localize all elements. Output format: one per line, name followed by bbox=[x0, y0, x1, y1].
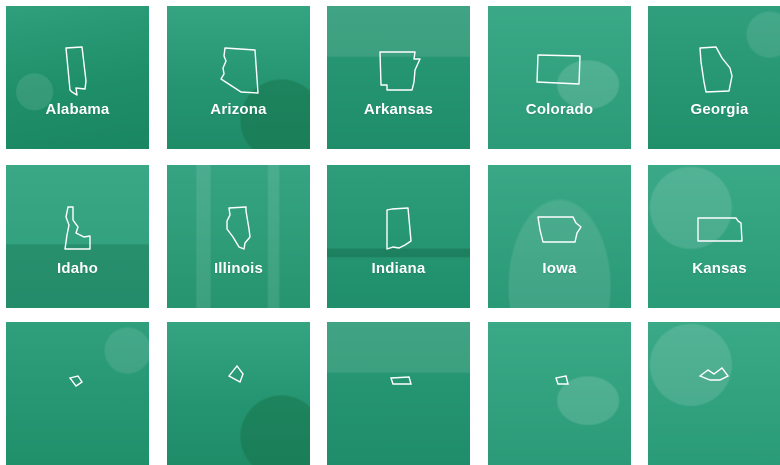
state-tile-georgia[interactable]: Georgia bbox=[648, 6, 780, 149]
state-label: Illinois bbox=[213, 260, 264, 277]
state-label: Iowa bbox=[542, 260, 577, 277]
idaho-outline-icon bbox=[64, 206, 91, 250]
arkansas-outline-icon bbox=[379, 51, 421, 91]
state-tile-indiana[interactable]: Indiana bbox=[327, 165, 470, 308]
state-outline-icon bbox=[68, 375, 83, 387]
state-outline-icon bbox=[555, 375, 569, 385]
state-label: Colorado bbox=[525, 101, 594, 118]
state-grid: Alabama Arizona Arkansas Colorado Georgi… bbox=[0, 0, 780, 465]
state-tile-partial[interactable] bbox=[648, 322, 780, 465]
colorado-outline-icon bbox=[536, 54, 581, 85]
state-tile-idaho[interactable]: Idaho bbox=[6, 165, 149, 308]
state-outline-icon bbox=[390, 376, 412, 385]
state-outline-icon bbox=[698, 367, 730, 381]
arizona-outline-icon bbox=[220, 47, 259, 94]
state-tile-illinois[interactable]: Illinois bbox=[167, 165, 310, 308]
state-label: Alabama bbox=[45, 101, 110, 118]
state-tile-arkansas[interactable]: Arkansas bbox=[327, 6, 470, 149]
kansas-outline-icon bbox=[697, 217, 743, 242]
state-tile-alabama[interactable]: Alabama bbox=[6, 6, 149, 149]
state-label: Indiana bbox=[371, 260, 426, 277]
state-tile-partial[interactable] bbox=[488, 322, 631, 465]
state-label: Georgia bbox=[690, 101, 749, 118]
iowa-outline-icon bbox=[537, 216, 582, 243]
georgia-outline-icon bbox=[699, 46, 733, 93]
state-tile-arizona[interactable]: Arizona bbox=[167, 6, 310, 149]
state-tile-colorado[interactable]: Colorado bbox=[488, 6, 631, 149]
state-outline-icon bbox=[227, 364, 244, 384]
state-label: Arizona bbox=[210, 101, 267, 118]
state-tile-partial[interactable] bbox=[327, 322, 470, 465]
state-tile-iowa[interactable]: Iowa bbox=[488, 165, 631, 308]
state-label: Idaho bbox=[57, 260, 98, 277]
state-tile-kansas[interactable]: Kansas bbox=[648, 165, 780, 308]
alabama-outline-icon bbox=[65, 46, 87, 96]
state-tile-partial[interactable] bbox=[167, 322, 310, 465]
state-tile-partial[interactable] bbox=[6, 322, 149, 465]
state-label: Kansas bbox=[692, 260, 747, 277]
illinois-outline-icon bbox=[226, 206, 251, 250]
state-label: Arkansas bbox=[363, 101, 434, 118]
indiana-outline-icon bbox=[386, 207, 412, 250]
